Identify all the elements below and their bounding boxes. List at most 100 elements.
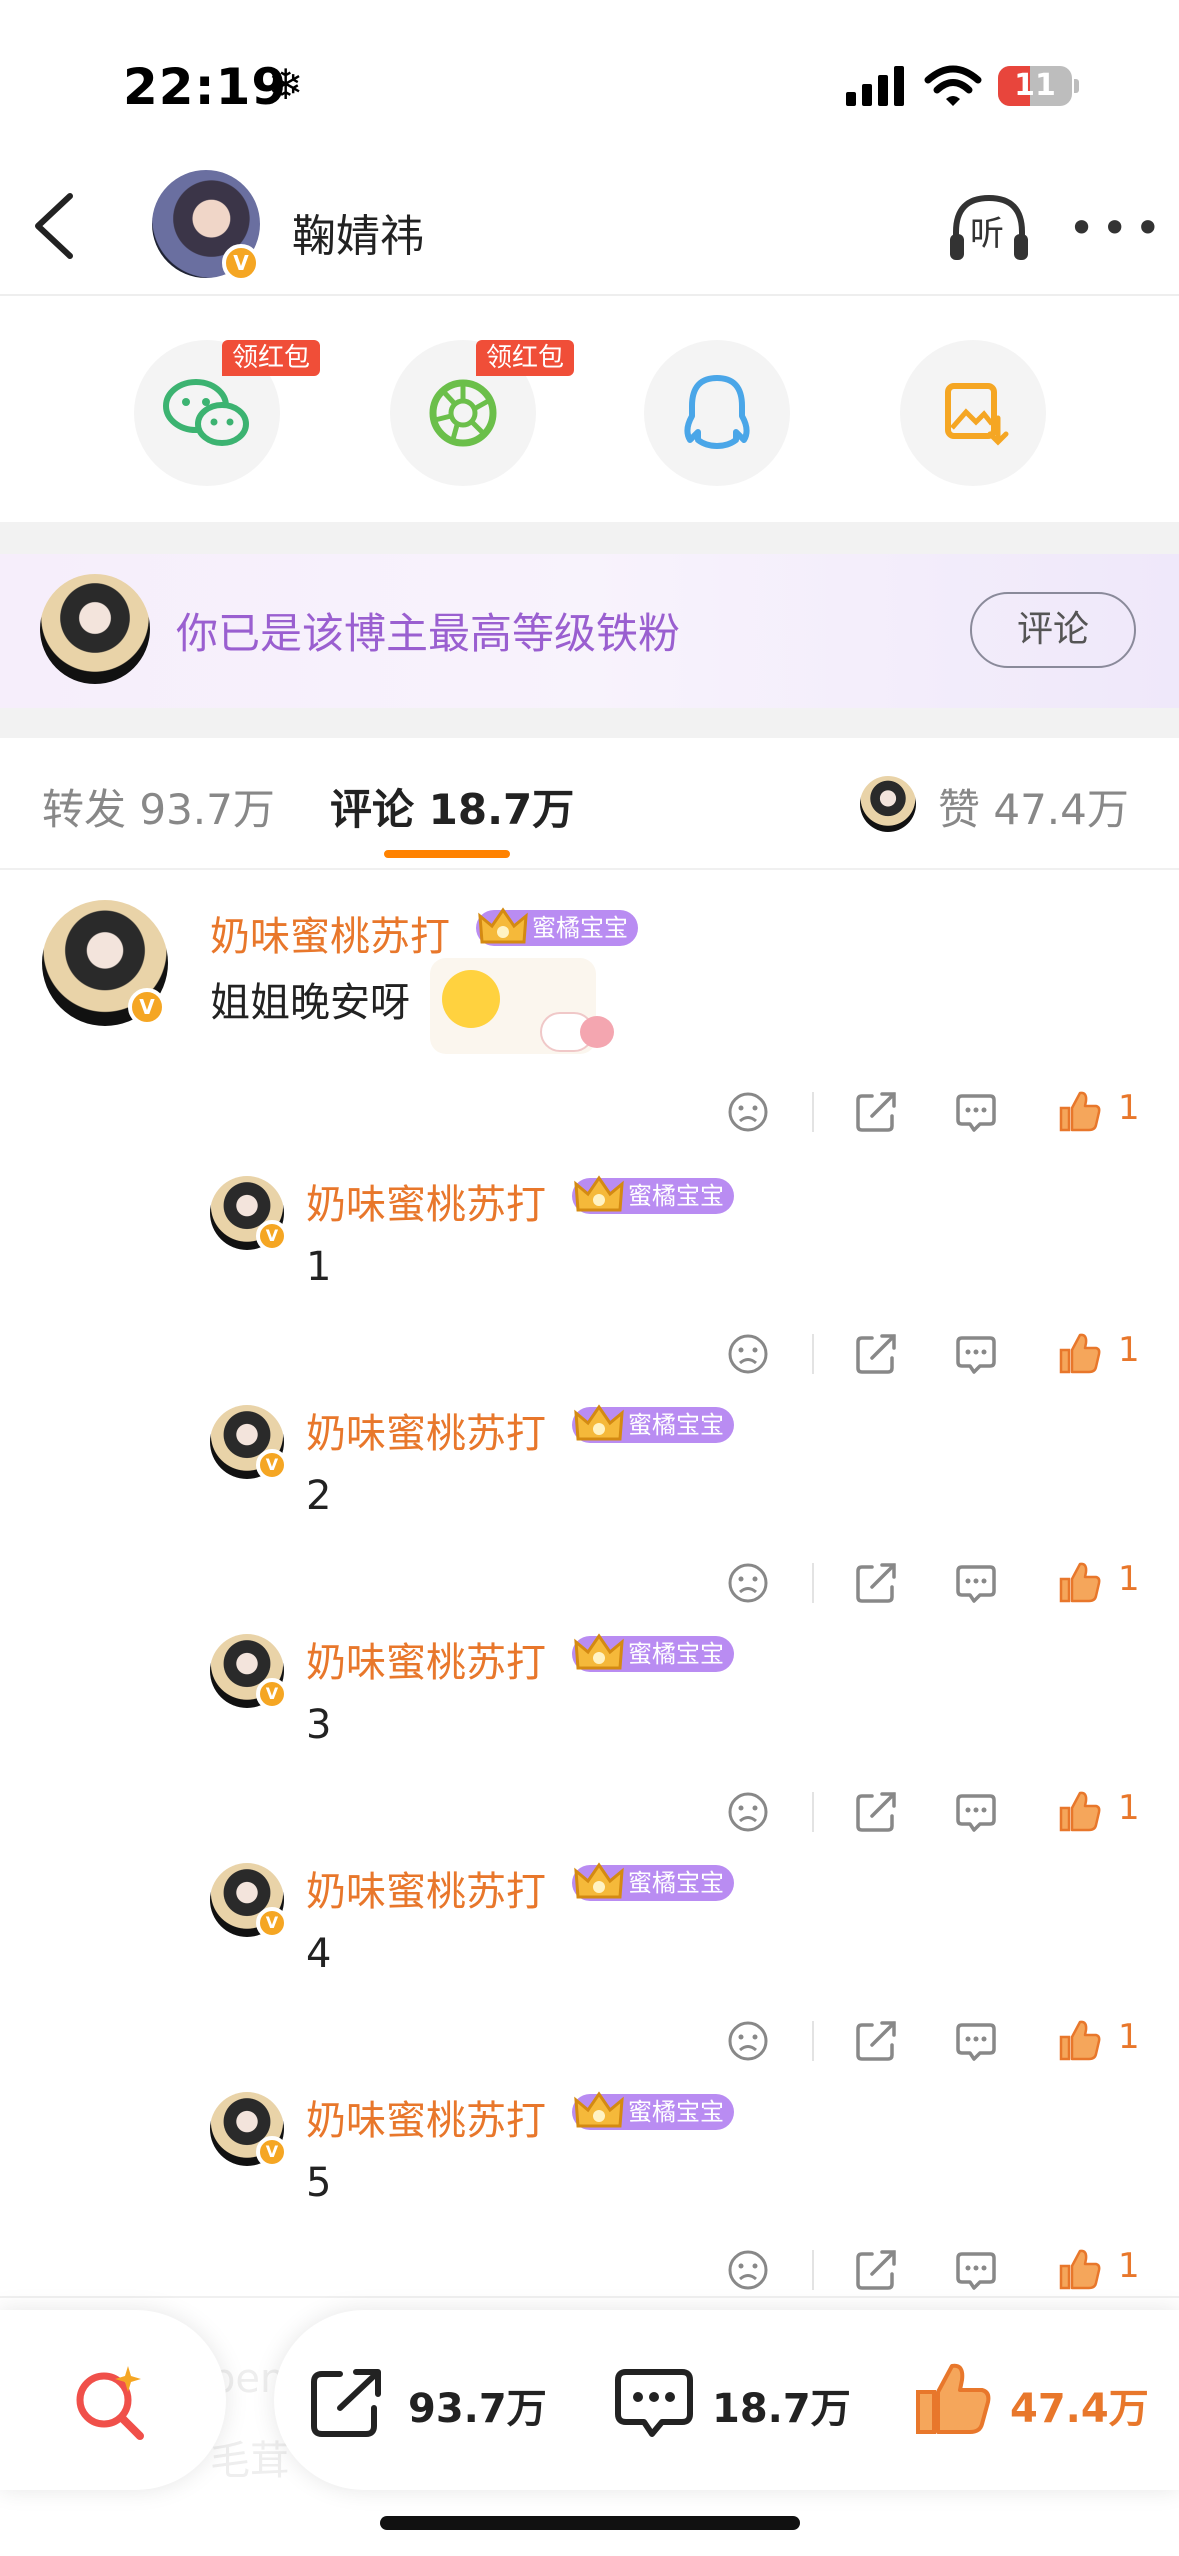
like-count[interactable]: 1 (1118, 1788, 1140, 1828)
fan-group-tag[interactable]: 蜜橘宝宝 (572, 1404, 734, 1443)
reply-icon[interactable] (954, 1561, 998, 1605)
reply-name[interactable]: 奶味蜜桃苏打 (306, 1859, 546, 1917)
battery-level: 11 (1014, 68, 1056, 103)
redpacket-badge: 领红包 (222, 340, 321, 376)
like-icon[interactable] (1058, 2019, 1102, 2063)
like-icon[interactable] (1058, 1790, 1102, 1834)
kiss-emoji-icon (442, 970, 500, 1028)
save-image-icon (945, 383, 1009, 446)
reply-icon[interactable] (954, 2019, 998, 2063)
comment-count[interactable]: 18.7万 (712, 2376, 851, 2434)
like-count[interactable]: 47.4万 (1010, 2376, 1149, 2434)
snowflake-icon: ❄ (268, 60, 304, 109)
tab-like[interactable]: 赞 47.4万 (938, 776, 1129, 837)
crown-icon (574, 1175, 624, 1212)
dislike-icon[interactable] (726, 1790, 770, 1834)
divider (0, 868, 1179, 870)
section-divider (0, 522, 1179, 554)
comment-text: 姐姐晚安呀 (210, 980, 410, 1026)
dislike-icon[interactable] (726, 1332, 770, 1376)
reply-icon[interactable] (954, 2248, 998, 2292)
reply-name[interactable]: 奶味蜜桃苏打 (306, 1172, 546, 1230)
like-count[interactable]: 1 (1118, 1330, 1140, 1370)
verified-badge-icon: V (256, 1907, 288, 1939)
comment-icon[interactable] (614, 2366, 694, 2440)
search-button[interactable] (0, 2310, 226, 2490)
repost-count[interactable]: 93.7万 (408, 2376, 547, 2434)
faded-text: 毛茸 (210, 2438, 290, 2484)
save-image-button[interactable] (900, 340, 1046, 486)
verified-badge-icon: V (256, 1678, 288, 1710)
wifi-icon (924, 65, 982, 106)
fan-group-tag[interactable]: 蜜橘宝宝 (476, 907, 638, 946)
verified-badge-icon: V (128, 988, 166, 1026)
reply-name[interactable]: 奶味蜜桃苏打 (306, 2088, 546, 2146)
like-icon[interactable] (1058, 2248, 1102, 2292)
share-qq-button[interactable] (644, 340, 790, 486)
heart-sticker-icon (580, 1016, 614, 1048)
separator (812, 2021, 814, 2061)
comment-button[interactable]: 评论 (970, 592, 1136, 668)
share-icon[interactable] (854, 1790, 898, 1834)
tab-repost[interactable]: 转发 93.7万 (42, 776, 275, 837)
like-thumb-icon[interactable] (912, 2358, 992, 2438)
listen-button[interactable]: 听 (948, 192, 1030, 264)
divider (0, 2296, 1179, 2298)
share-icon[interactable] (854, 2248, 898, 2292)
fan-group-label: 蜜橘宝宝 (628, 1640, 724, 1668)
fan-group-label: 蜜橘宝宝 (628, 2098, 724, 2126)
share-icon[interactable] (854, 2019, 898, 2063)
like-count[interactable]: 1 (1118, 2017, 1140, 2057)
fan-group-tag[interactable]: 蜜橘宝宝 (572, 2091, 734, 2130)
like-count[interactable]: 1 (1118, 2246, 1140, 2286)
commenter-name[interactable]: 奶味蜜桃苏打 (210, 904, 450, 962)
crown-icon (574, 2091, 624, 2128)
like-count[interactable]: 1 (1118, 1088, 1140, 1128)
reply-name[interactable]: 奶味蜜桃苏打 (306, 1401, 546, 1459)
battery-indicator: 11 (998, 66, 1079, 106)
tab-comment[interactable]: 评论 18.7万 (330, 776, 574, 837)
more-options-icon[interactable]: ••• (1068, 205, 1167, 251)
separator (812, 1563, 814, 1603)
reply-text: 5 (306, 2160, 332, 2206)
reply-name[interactable]: 奶味蜜桃苏打 (306, 1630, 546, 1688)
share-icon[interactable] (854, 1332, 898, 1376)
fan-status-text: 你已是该博主最高等级铁粉 (176, 609, 681, 658)
crown-icon (574, 1633, 624, 1670)
my-avatar (40, 574, 150, 684)
cellular-signal-icon (846, 66, 904, 106)
fan-group-label: 蜜橘宝宝 (628, 1869, 724, 1897)
dislike-icon[interactable] (726, 1561, 770, 1605)
fan-group-tag[interactable]: 蜜橘宝宝 (572, 1175, 734, 1214)
share-icon[interactable] (854, 1561, 898, 1605)
separator (812, 1334, 814, 1374)
dislike-icon[interactable] (726, 2248, 770, 2292)
fan-group-label: 蜜橘宝宝 (532, 914, 628, 942)
like-icon[interactable] (1058, 1561, 1102, 1605)
repost-icon[interactable] (310, 2368, 386, 2438)
back-arrow-icon[interactable] (30, 190, 80, 262)
share-icon[interactable] (854, 1090, 898, 1134)
liker-avatar (860, 776, 916, 832)
verified-badge-icon: V (222, 244, 260, 282)
qq-penguin-icon (684, 375, 750, 449)
like-icon[interactable] (1058, 1332, 1102, 1376)
redpacket-badge: 领红包 (476, 340, 575, 376)
fan-group-tag[interactable]: 蜜橘宝宝 (572, 1862, 734, 1901)
divider (0, 294, 1179, 296)
reply-icon[interactable] (954, 1790, 998, 1834)
status-time: 22:19 (123, 58, 288, 116)
author-name[interactable]: 鞠婧祎 (292, 200, 424, 264)
like-count[interactable]: 1 (1118, 1559, 1140, 1599)
fan-group-label: 蜜橘宝宝 (628, 1182, 724, 1210)
dislike-icon[interactable] (726, 1090, 770, 1134)
search-spark-icon (76, 2366, 144, 2440)
dislike-icon[interactable] (726, 2019, 770, 2063)
fan-group-tag[interactable]: 蜜橘宝宝 (572, 1633, 734, 1672)
crown-icon (574, 1404, 624, 1441)
like-icon[interactable] (1058, 1090, 1102, 1134)
separator (812, 1092, 814, 1132)
reply-icon[interactable] (954, 1332, 998, 1376)
reply-icon[interactable] (954, 1090, 998, 1134)
home-indicator (380, 2516, 800, 2530)
